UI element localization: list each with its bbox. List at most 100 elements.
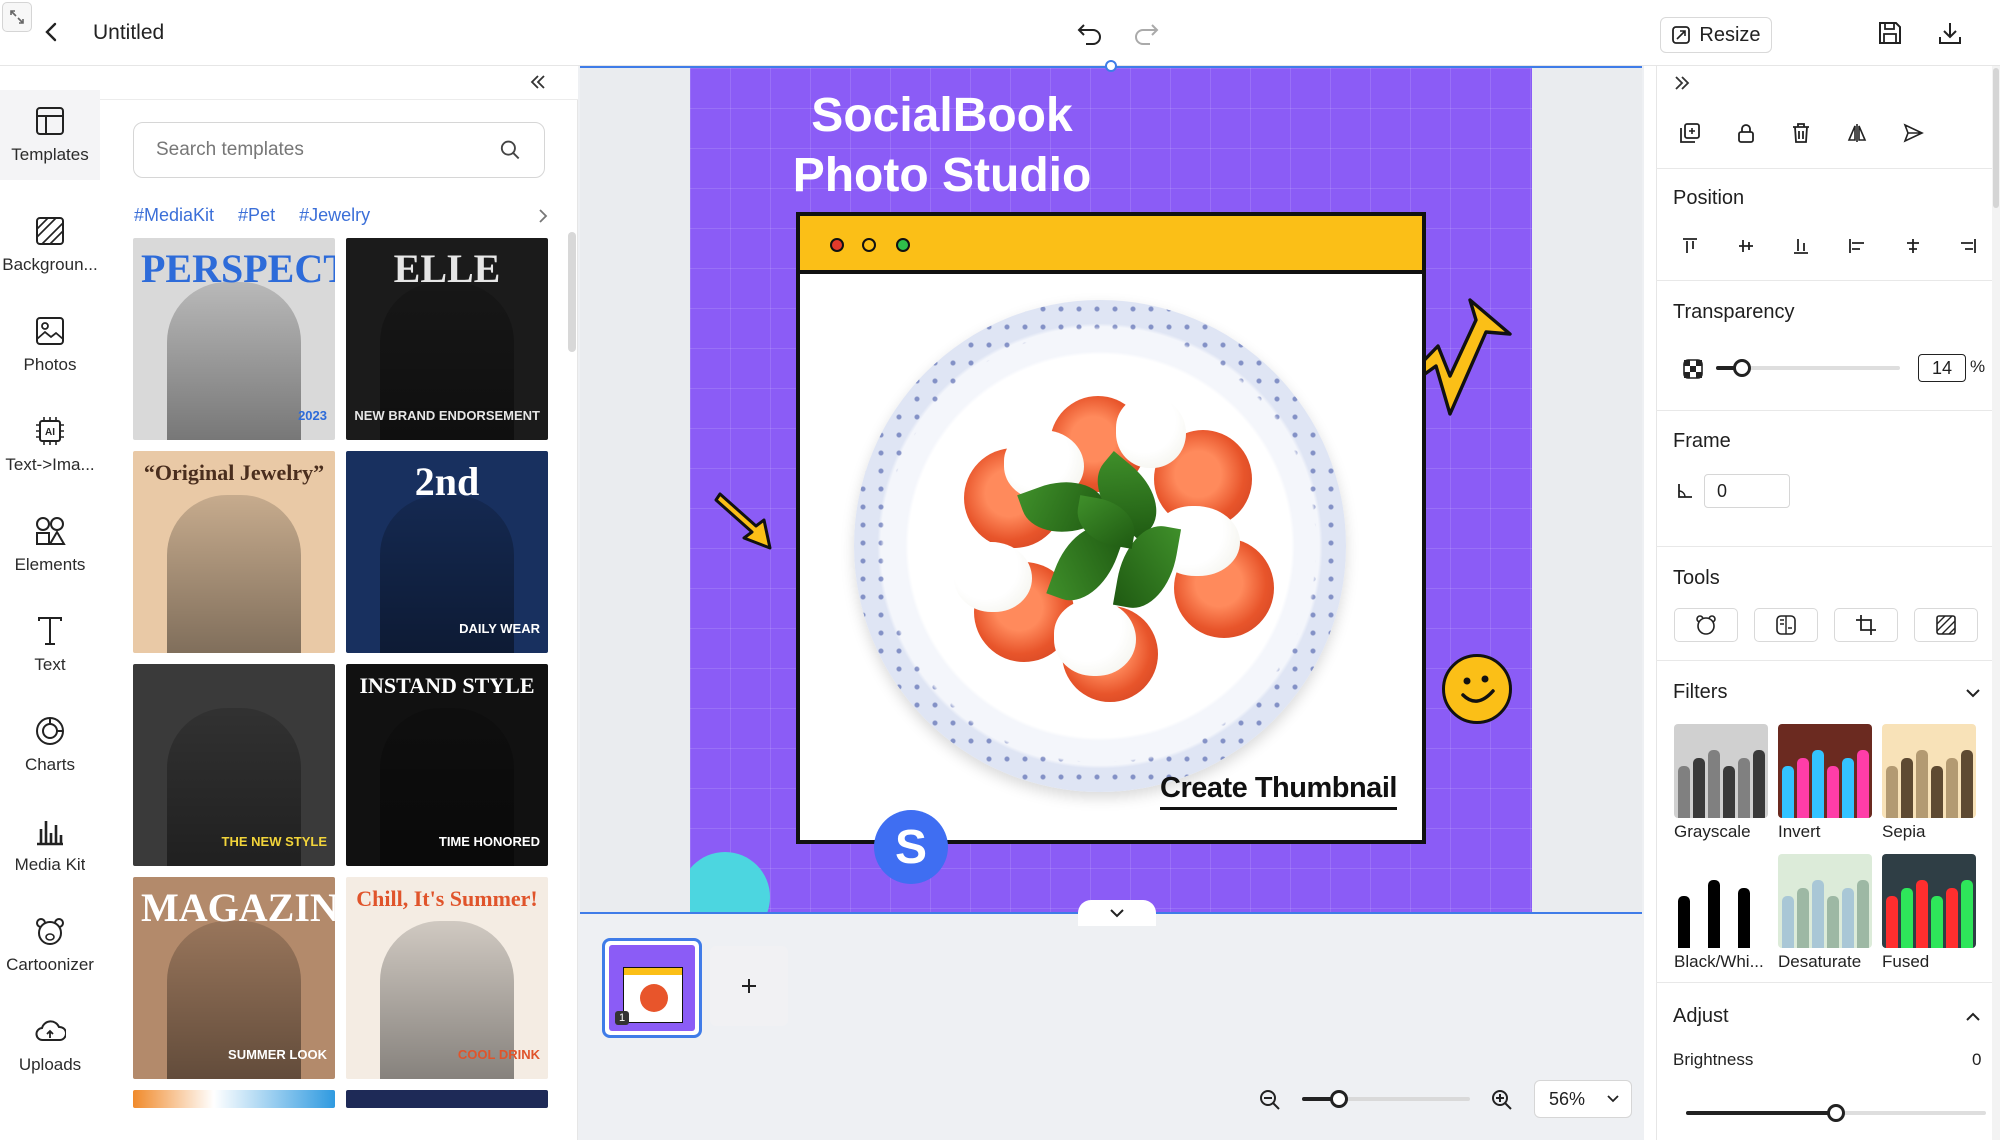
rail-label: Elements — [14, 555, 86, 574]
template-card[interactable] — [346, 1090, 548, 1108]
rail-item-cartoonizer[interactable]: Cartoonizer — [0, 900, 100, 990]
smiley-sticker[interactable] — [1442, 654, 1512, 724]
rail-item-text-to-image[interactable]: AI Text->Ima... — [0, 400, 100, 490]
duplicate-icon[interactable] — [1675, 118, 1705, 148]
pencil-stripe — [1842, 888, 1854, 948]
template-card[interactable]: INSTAND STYLE TIME HONORED — [346, 664, 548, 866]
add-page-button[interactable] — [710, 946, 788, 1026]
save-button[interactable] — [1874, 17, 1906, 49]
transparency-checker-icon — [1678, 354, 1708, 384]
design-title[interactable]: SocialBook Photo Studio — [742, 86, 1142, 206]
template-card[interactable] — [133, 1090, 335, 1108]
align-center-icon[interactable] — [1898, 231, 1928, 261]
document-title[interactable]: Untitled — [93, 21, 164, 45]
zoom-in-icon[interactable] — [1488, 1086, 1516, 1114]
template-card[interactable]: MAGAZINE SUMMER LOOK — [133, 877, 335, 1079]
template-card[interactable]: ELLE NEW BRAND ENDORSEMENT — [346, 238, 548, 440]
template-card[interactable]: “Original Jewelry” — [133, 451, 335, 653]
flip-icon[interactable] — [1842, 118, 1872, 148]
chevron-up-icon[interactable] — [1958, 1002, 1988, 1032]
pencil-stripe — [1797, 888, 1809, 948]
resize-label: Resize — [1699, 23, 1761, 46]
template-card[interactable]: PERSPECTIVE 2023 — [133, 238, 335, 440]
download-button[interactable] — [1934, 17, 1966, 49]
align-middle-icon[interactable] — [1731, 231, 1761, 261]
align-bottom-icon[interactable] — [1786, 231, 1816, 261]
pencil-stripe — [1946, 888, 1958, 948]
zoom-select[interactable]: 56% — [1534, 1080, 1632, 1118]
collapse-panel-icon[interactable] — [526, 70, 550, 94]
tag-mediakit[interactable]: #MediaKit — [134, 205, 214, 226]
resize-button[interactable]: Resize — [1660, 17, 1772, 53]
zoom-slider[interactable] — [1302, 1090, 1470, 1108]
templates-scrollbar[interactable] — [568, 232, 576, 352]
expand-icon[interactable] — [2, 2, 32, 32]
mini-frame — [623, 967, 683, 1023]
search-input[interactable] — [156, 139, 500, 161]
properties-scrollbar[interactable] — [1993, 68, 1999, 208]
create-thumbnail-text[interactable]: Create Thumbnail — [1160, 772, 1397, 810]
tag-pet[interactable]: #Pet — [238, 205, 275, 226]
teal-circle-decoration[interactable] — [690, 852, 770, 912]
photo-frame[interactable]: Create Thumbnail — [796, 212, 1426, 844]
expand-panel-icon[interactable] — [1667, 68, 1697, 98]
frame-radius-input[interactable]: 0 — [1704, 474, 1790, 508]
filter-option[interactable]: Grayscale — [1674, 724, 1768, 842]
filter-option[interactable]: Black/Whi... — [1674, 854, 1768, 972]
align-right-icon[interactable] — [1953, 231, 1983, 261]
search-icon[interactable] — [499, 138, 522, 162]
transparency-input[interactable]: 14 — [1918, 354, 1966, 382]
chevron-down-icon[interactable] — [1958, 678, 1988, 708]
rail-item-templates[interactable]: Templates — [0, 90, 100, 180]
search-templates-field[interactable] — [133, 122, 545, 178]
filter-preview — [1674, 724, 1768, 818]
divider — [1656, 410, 1992, 411]
template-card[interactable]: THE NEW STYLE — [133, 664, 335, 866]
pencil-stripe — [1901, 758, 1913, 818]
send-layer-icon[interactable] — [1898, 118, 1928, 148]
design-canvas[interactable]: SocialBook Photo Studio Create Thumbnail… — [690, 68, 1532, 912]
filter-option[interactable]: Invert — [1778, 724, 1872, 842]
align-top-icon[interactable] — [1675, 231, 1705, 261]
redo-button[interactable] — [1130, 17, 1162, 49]
rail-item-backgrounds[interactable]: Backgroun... — [0, 200, 100, 290]
brightness-handle[interactable] — [1827, 1104, 1845, 1122]
filter-option[interactable]: Desaturate — [1778, 854, 1872, 972]
filter-option[interactable]: Fused — [1882, 854, 1976, 972]
rail-label: Media Kit — [14, 855, 86, 874]
brightness-slider[interactable] — [1686, 1104, 1986, 1122]
crop-tool-button[interactable] — [1834, 608, 1898, 642]
rail-item-elements[interactable]: Elements — [0, 500, 100, 590]
undo-button[interactable] — [1074, 17, 1106, 49]
zoom-out-icon[interactable] — [1256, 1086, 1284, 1114]
pencil-stripe — [1812, 750, 1824, 818]
pattern-tool-button[interactable] — [1914, 608, 1978, 642]
transparency-slider[interactable] — [1716, 359, 1900, 377]
selection-handle[interactable] — [1105, 60, 1117, 72]
pencil-stripe — [1842, 758, 1854, 818]
chevron-down-icon[interactable] — [1078, 900, 1156, 926]
food-photo[interactable] — [854, 300, 1346, 792]
zoom-handle[interactable] — [1330, 1090, 1348, 1108]
remove-bg-tool-button[interactable] — [1754, 608, 1818, 642]
arrow-decoration[interactable] — [710, 492, 780, 556]
rail-item-charts[interactable]: Charts — [0, 700, 100, 790]
transparency-handle[interactable] — [1733, 359, 1751, 377]
template-card[interactable]: 2nd DAILY WEAR — [346, 451, 548, 653]
socialbook-logo[interactable]: S — [874, 810, 948, 884]
trash-icon[interactable] — [1786, 118, 1816, 148]
rail-item-text[interactable]: Text — [0, 600, 100, 690]
filter-option[interactable]: Sepia — [1882, 724, 1976, 842]
rail-item-media-kit[interactable]: Media Kit — [0, 800, 100, 890]
back-button[interactable] — [38, 18, 64, 46]
page-thumbnail[interactable]: 1 — [602, 938, 702, 1038]
template-subtitle: DAILY WEAR — [459, 621, 540, 636]
tag-jewelry[interactable]: #Jewelry — [299, 205, 370, 226]
rail-item-uploads[interactable]: Uploads — [0, 1000, 100, 1090]
chevron-right-icon[interactable] — [538, 205, 554, 227]
align-left-icon[interactable] — [1842, 231, 1872, 261]
cartoonize-tool-button[interactable] — [1674, 608, 1738, 642]
template-card[interactable]: Chill, It's Summer! COOL DRINK — [346, 877, 548, 1079]
rail-item-photos[interactable]: Photos — [0, 300, 100, 390]
lock-icon[interactable] — [1731, 118, 1761, 148]
